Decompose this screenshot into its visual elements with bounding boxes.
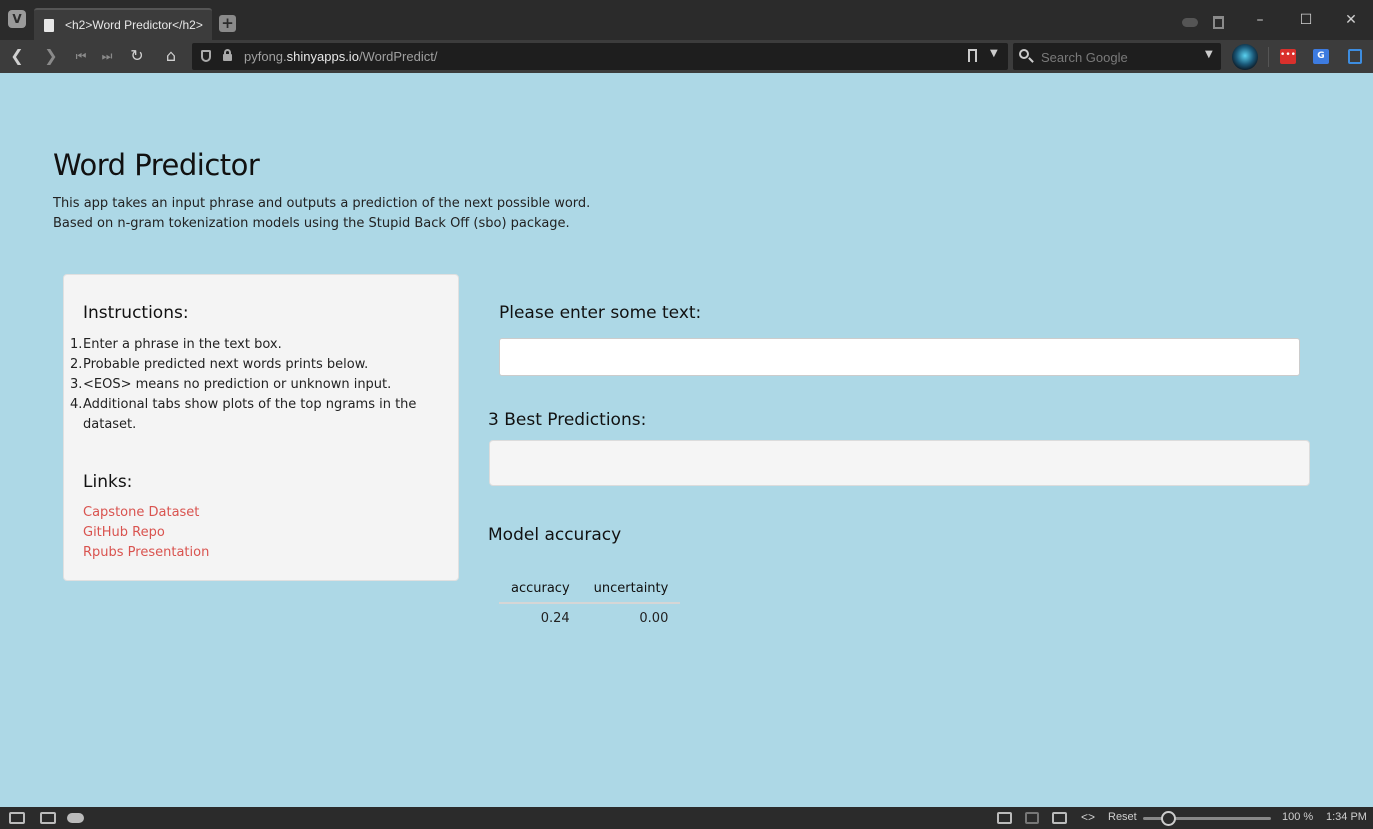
list-item: 4. Additional tabs show plots of the top … <box>70 397 417 432</box>
search-input[interactable] <box>1041 48 1201 66</box>
browser-tabbar: V <h2>Word Predictor</h2> + – ☐ ✕ <box>0 0 1373 40</box>
zoom-reset-button[interactable]: Reset <box>1108 811 1137 823</box>
image-icon[interactable] <box>1052 812 1067 824</box>
lock-icon[interactable] <box>223 49 232 61</box>
browser-menu-icon[interactable]: V <box>8 10 26 28</box>
extension-edit-icon[interactable] <box>1348 49 1362 64</box>
tab-tiling-icon[interactable] <box>40 812 56 824</box>
accuracy-table: accuracy uncertainty 0.24 0.00 <box>499 578 681 626</box>
list-item: 1. Enter a phrase in the text box. <box>70 337 282 352</box>
profile-avatar[interactable] <box>1232 44 1258 70</box>
shield-icon[interactable] <box>201 50 211 62</box>
sidebar-panel: Instructions: 1. Enter a phrase in the te… <box>63 274 459 581</box>
link-rpubs-presentation[interactable]: Rpubs Presentation <box>83 543 209 563</box>
url-text[interactable]: pyfong.shinyapps.io/WordPredict/ <box>244 49 437 64</box>
camera-icon[interactable] <box>997 812 1012 824</box>
table-row: 0.24 0.00 <box>499 603 680 626</box>
accuracy-heading: Model accuracy <box>488 525 622 545</box>
rewind-icon[interactable]: ⏮ <box>70 46 92 66</box>
column-header-accuracy: accuracy <box>499 578 582 604</box>
links-heading: Links: <box>83 472 133 492</box>
bookmark-icon[interactable] <box>968 49 977 62</box>
extension-translate-icon[interactable]: G <box>1313 49 1329 64</box>
code-icon[interactable]: <> <box>1081 810 1095 824</box>
list-item: 2. Probable predicted next words prints b… <box>70 357 369 372</box>
tab-title: <h2>Word Predictor</h2> <box>65 18 203 32</box>
description-line-1: This app takes an input phrase and outpu… <box>53 196 591 211</box>
zoom-level: 100 % <box>1282 811 1314 823</box>
reload-icon[interactable]: ↻ <box>126 46 148 66</box>
minimize-icon[interactable]: – <box>1250 12 1270 28</box>
instructions-heading: Instructions: <box>83 303 189 323</box>
predictions-heading: 3 Best Predictions: <box>488 410 647 430</box>
links-list: Capstone Dataset GitHub Repo Rpubs Prese… <box>83 503 209 563</box>
page-title: Word Predictor <box>53 148 260 182</box>
link-github-repo[interactable]: GitHub Repo <box>83 523 209 543</box>
list-item: 3. <EOS> means no prediction or unknown i… <box>70 377 392 392</box>
fast-forward-icon[interactable]: ⏭ <box>96 46 118 66</box>
new-tab-button[interactable]: + <box>219 15 236 32</box>
cloud-icon[interactable] <box>67 813 84 823</box>
table-header-row: accuracy uncertainty <box>499 578 681 604</box>
link-capstone-dataset[interactable]: Capstone Dataset <box>83 503 209 523</box>
search-icon[interactable] <box>1019 49 1029 59</box>
toolbar-divider <box>1268 47 1269 67</box>
browser-statusbar: <> Reset 100 % 1:34 PM <box>0 807 1373 829</box>
text-input-label: Please enter some text: <box>499 303 702 323</box>
sync-cloud-icon[interactable] <box>1182 18 1198 27</box>
search-box[interactable]: ▼ <box>1013 43 1221 70</box>
chevron-down-icon[interactable]: ▼ <box>990 48 998 59</box>
extension-lastpass-icon[interactable]: ••• <box>1280 49 1296 64</box>
zoom-slider-thumb[interactable] <box>1160 811 1176 826</box>
page-tiling-icon[interactable] <box>1025 812 1039 824</box>
phrase-input[interactable] <box>499 338 1300 376</box>
uncertainty-value: 0.00 <box>639 611 669 626</box>
clock: 1:34 PM <box>1326 811 1367 823</box>
panel-toggle-icon[interactable] <box>9 812 25 824</box>
description-line-2: Based on n-gram tokenization models usin… <box>53 216 570 231</box>
column-header-uncertainty: uncertainty <box>581 578 681 604</box>
trash-icon[interactable] <box>1213 16 1224 29</box>
predictions-output <box>489 440 1310 486</box>
forward-icon[interactable]: ❯ <box>40 46 62 66</box>
browser-tab-active[interactable]: <h2>Word Predictor</h2> <box>34 8 212 40</box>
search-engine-dropdown-icon[interactable]: ▼ <box>1205 49 1213 60</box>
document-icon <box>44 19 54 32</box>
instructions-list: 1. Enter a phrase in the text box. 2. Prob… <box>64 335 440 435</box>
back-icon[interactable]: ❮ <box>6 46 28 66</box>
close-window-icon[interactable]: ✕ <box>1341 12 1361 28</box>
accuracy-value: 0.24 <box>540 611 570 626</box>
maximize-icon[interactable]: ☐ <box>1296 12 1316 28</box>
browser-navbar: ❮ ❯ ⏮ ⏭ ↻ ⌂ pyfong.shinyapps.io/WordPred… <box>0 40 1373 73</box>
home-icon[interactable]: ⌂ <box>160 46 182 66</box>
address-bar[interactable]: pyfong.shinyapps.io/WordPredict/ ▼ <box>192 43 1008 70</box>
